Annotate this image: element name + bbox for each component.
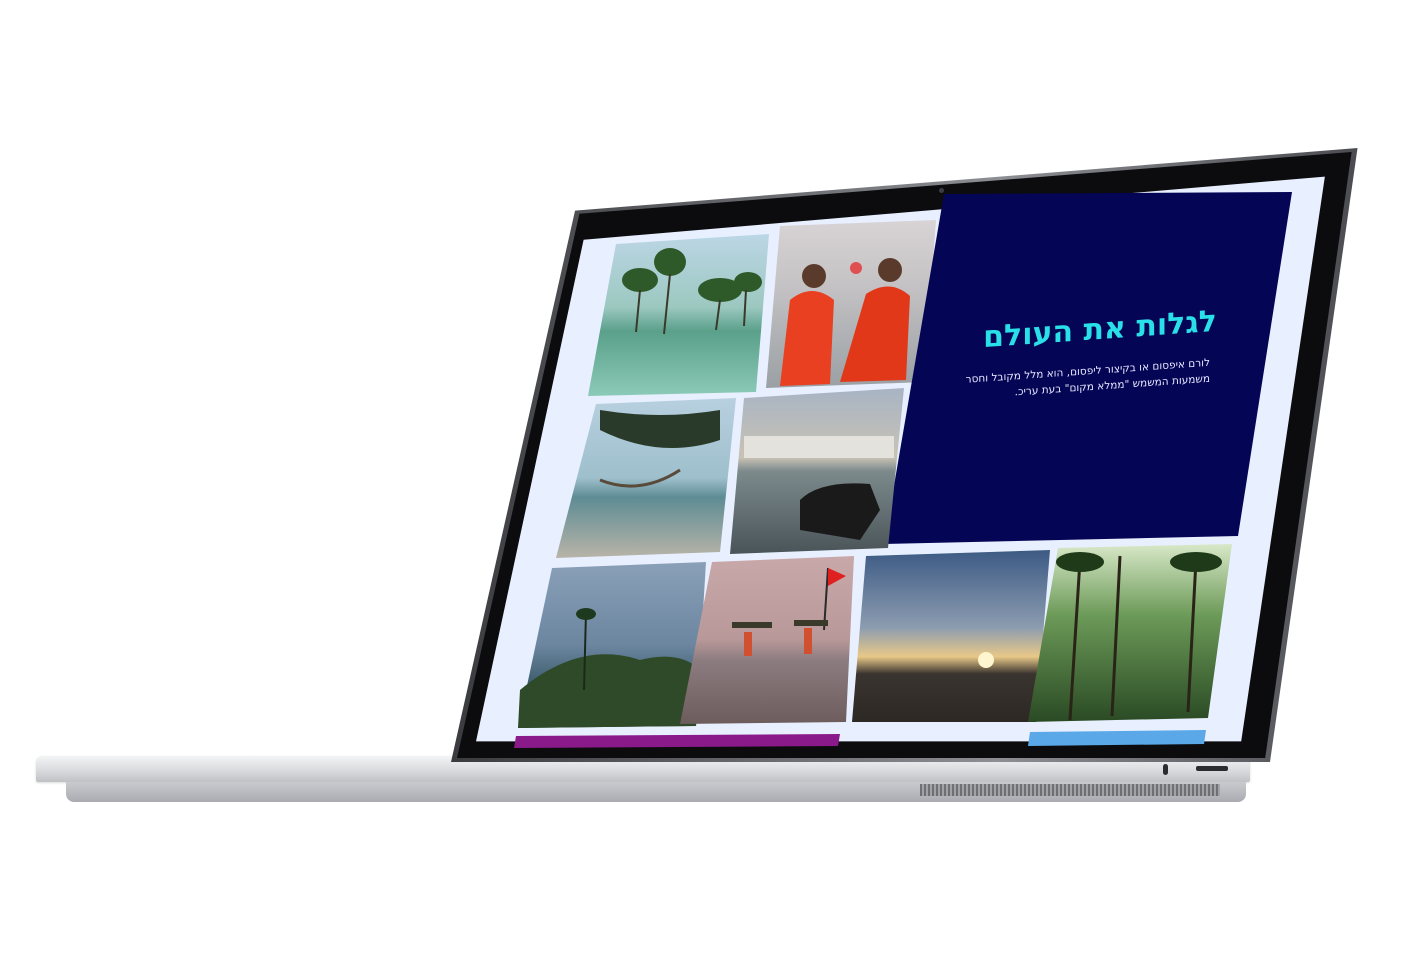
riverside-buildings bbox=[744, 436, 894, 458]
next-section-strip-purple bbox=[514, 734, 840, 748]
next-section-strip-blue bbox=[1028, 730, 1206, 746]
beach-hammock-photo[interactable] bbox=[556, 398, 736, 558]
gallery-grid bbox=[514, 192, 1292, 748]
mangrove-trees-photo[interactable] bbox=[588, 234, 769, 396]
river-cow-photo[interactable] bbox=[730, 388, 904, 554]
misty-hills-photo[interactable] bbox=[518, 562, 706, 728]
monks-in-red-robes-photo[interactable] bbox=[766, 220, 936, 388]
beach-carriers-flag-photo[interactable] bbox=[680, 556, 854, 724]
sun-icon bbox=[978, 652, 994, 668]
sunset-shore-photo[interactable] bbox=[852, 550, 1050, 722]
palm-forest-photo[interactable] bbox=[1028, 544, 1232, 722]
